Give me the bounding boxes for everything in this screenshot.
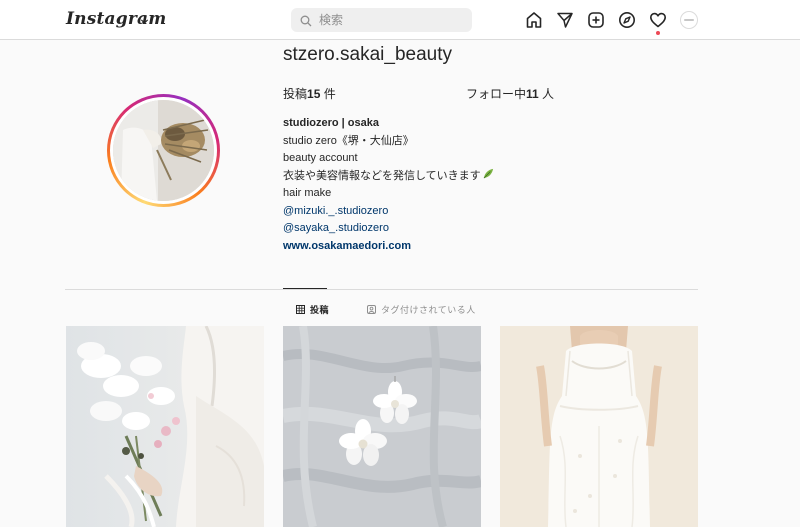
bio-line: hair make <box>283 187 332 199</box>
notification-dot <box>656 31 660 35</box>
grid-icon <box>296 305 305 314</box>
bio-mention-link[interactable]: @sayaka_.studiozero <box>283 220 683 238</box>
chevron-down-icon[interactable] <box>140 13 149 31</box>
search-input[interactable] <box>319 12 459 28</box>
profile-avatar-icon[interactable] <box>680 11 698 29</box>
profile-stats: 投稿15 件 フォロー中11 人 <box>283 85 703 101</box>
bio-line: beauty account <box>283 152 358 164</box>
bio-display-name: studiozero | osaka <box>283 117 379 129</box>
profile-avatar-image <box>113 100 214 201</box>
profile-avatar-story-ring[interactable] <box>107 94 220 207</box>
top-navigation-bar: Instagram <box>0 0 800 40</box>
activity-heart-icon[interactable] <box>648 10 668 30</box>
bio-line: studio zero《堺・大仙店》 <box>283 134 414 147</box>
tab-tagged[interactable]: タグ付けされている人 <box>367 303 476 316</box>
leaf-emoji-icon <box>483 168 494 186</box>
bio-line: 衣装や美容情報などを発信していきます <box>283 168 683 186</box>
following-count-stat[interactable]: フォロー中11 人 <box>466 85 554 102</box>
instagram-logo[interactable]: Instagram <box>66 9 166 29</box>
new-post-icon[interactable] <box>586 10 606 30</box>
profile-username: stzero.sakai_beauty <box>283 44 452 65</box>
posts-count-stat: 投稿15 件 <box>283 87 336 101</box>
tab-posts-label: 投稿 <box>310 305 330 315</box>
search-icon <box>300 14 312 32</box>
post-thumbnail-earrings[interactable] <box>283 326 481 527</box>
profile-bio: studiozero | osaka studio zero《堺・大仙店》 be… <box>283 115 683 255</box>
home-icon[interactable] <box>524 10 544 30</box>
direct-message-icon[interactable] <box>555 10 575 30</box>
bio-mention-link[interactable]: @mizuki._.studiozero <box>283 203 683 221</box>
search-box[interactable] <box>291 8 472 32</box>
post-thumbnail-wedding-dress[interactable] <box>500 326 698 527</box>
tagged-user-icon <box>367 305 376 314</box>
explore-compass-icon[interactable] <box>617 10 637 30</box>
tab-posts[interactable]: 投稿 <box>296 303 329 316</box>
post-thumbnail-bouquet[interactable] <box>66 326 264 527</box>
tabs-divider <box>65 289 698 290</box>
tab-tagged-label: タグ付けされている人 <box>381 305 476 315</box>
bio-website-link[interactable]: www.osakamaedori.com <box>283 238 683 256</box>
active-tab-indicator <box>283 288 327 289</box>
